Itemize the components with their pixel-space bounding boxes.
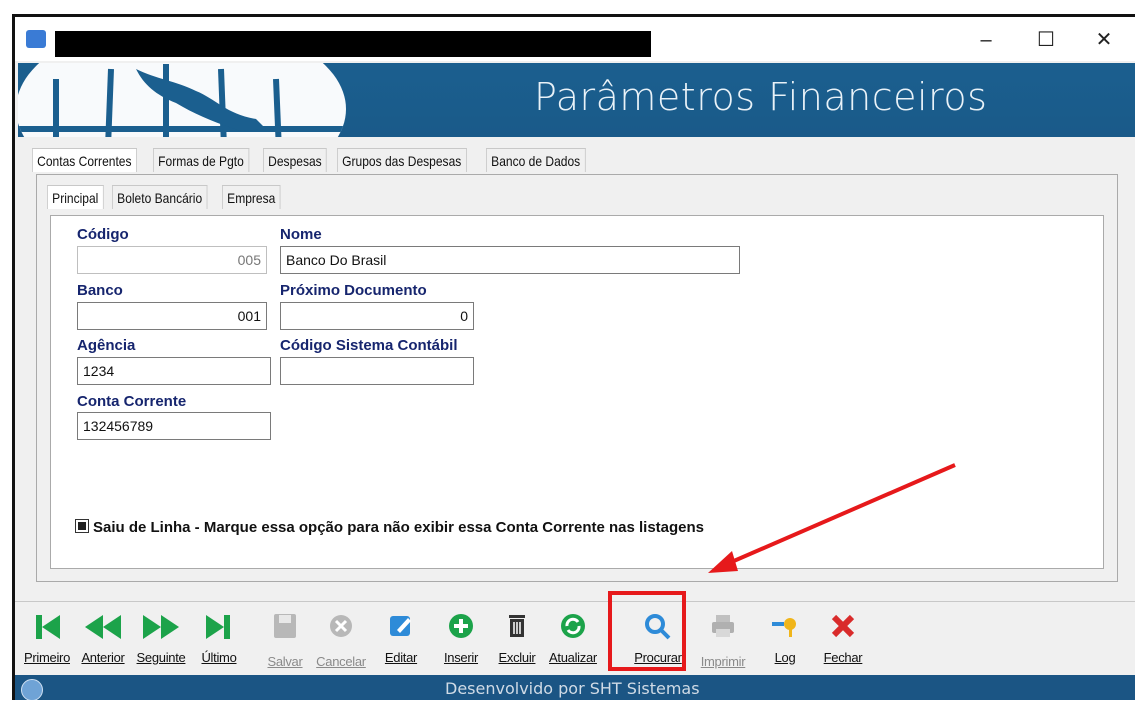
saiu-de-linha-label: Saiu de Linha - Marque essa opção para n… bbox=[93, 519, 705, 536]
editar-button[interactable]: Editar bbox=[371, 612, 431, 665]
main-tabs: Contas Correntes Formas de Pgto Despesas Gr… bbox=[32, 148, 601, 174]
agencia-label: Agência bbox=[77, 337, 136, 354]
codigo-field: 005 bbox=[77, 246, 267, 274]
proximo-documento-field[interactable]: 0 bbox=[280, 302, 474, 330]
tab-banco-de-dados[interactable]: Banco de Dados bbox=[486, 148, 586, 172]
refresh-icon bbox=[543, 612, 603, 646]
conta-corrente-field[interactable]: 132456789 bbox=[77, 412, 271, 440]
tab-formas-de-pgto[interactable]: Formas de Pgto bbox=[152, 148, 249, 172]
annotation-arrow bbox=[708, 463, 956, 573]
seguinte-button[interactable]: Seguinte bbox=[131, 612, 191, 665]
banco-field[interactable]: 001 bbox=[77, 302, 267, 330]
atualizar-button[interactable]: Atualizar bbox=[543, 612, 603, 665]
log-button[interactable]: Log bbox=[755, 612, 815, 665]
ultimo-button[interactable]: Último bbox=[189, 612, 249, 665]
last-record-icon bbox=[189, 612, 249, 646]
next-record-icon bbox=[131, 612, 191, 646]
sub-tabs: Principal Boleto Bancário Empresa bbox=[47, 185, 289, 209]
conta-corrente-label: Conta Corrente bbox=[77, 393, 187, 410]
cancelar-button[interactable]: Cancelar bbox=[311, 612, 371, 669]
nome-label: Nome bbox=[280, 226, 322, 243]
add-icon bbox=[431, 612, 491, 646]
save-icon bbox=[255, 612, 315, 646]
highlight-box bbox=[608, 591, 686, 671]
primeiro-button[interactable]: Primeiro bbox=[17, 612, 77, 665]
header-banner: Parâmetros Financeiros bbox=[18, 63, 1135, 137]
cancel-icon bbox=[311, 612, 371, 646]
inserir-button[interactable]: Inserir bbox=[431, 612, 491, 665]
codigo-sistema-contabil-field[interactable] bbox=[280, 357, 474, 385]
maximize-button[interactable]: ☐ bbox=[1025, 25, 1067, 55]
key-icon bbox=[755, 612, 815, 646]
close-button[interactable]: ✕ bbox=[1083, 25, 1125, 55]
tab-boleto-bancario[interactable]: Boleto Bancário bbox=[111, 185, 208, 209]
footer-bar: Desenvolvido por SHT Sistemas bbox=[15, 675, 1135, 700]
app-icon bbox=[26, 30, 46, 48]
codigo-sistema-contabil-label: Código Sistema Contábil bbox=[280, 337, 458, 354]
redacted-title bbox=[55, 31, 651, 57]
page-title: Parâmetros Financeiros bbox=[534, 75, 988, 119]
banco-label: Banco bbox=[77, 282, 123, 299]
tab-despesas[interactable]: Despesas bbox=[263, 148, 328, 172]
excluir-button[interactable]: Excluir bbox=[487, 612, 547, 665]
print-icon bbox=[693, 612, 753, 646]
fechar-button[interactable]: Fechar bbox=[813, 612, 873, 665]
salvar-button[interactable]: Salvar bbox=[255, 612, 315, 669]
close-x-icon bbox=[813, 612, 873, 646]
imprimir-button[interactable]: Imprimir bbox=[693, 612, 753, 669]
saiu-de-linha-row[interactable]: Saiu de Linha - Marque essa opção para n… bbox=[75, 518, 704, 536]
bottom-toolbar: Primeiro Anterior Seguinte Último Salvar… bbox=[15, 601, 1135, 676]
saiu-de-linha-checkbox[interactable] bbox=[75, 519, 89, 533]
proximo-documento-label: Próximo Documento bbox=[280, 282, 427, 299]
nome-field[interactable]: Banco Do Brasil bbox=[280, 246, 740, 274]
first-record-icon bbox=[17, 612, 77, 646]
codigo-label: Código bbox=[77, 226, 129, 243]
agencia-field[interactable]: 1234 bbox=[77, 357, 271, 385]
app-window: – ☐ ✕ Parâmetros Financeiros Contas Corr… bbox=[12, 14, 1135, 700]
globe-logo bbox=[18, 63, 346, 137]
edit-icon bbox=[371, 612, 431, 646]
globe-icon bbox=[21, 679, 43, 700]
tab-contas-correntes[interactable]: Contas Correntes bbox=[32, 148, 137, 172]
tab-empresa[interactable]: Empresa bbox=[221, 185, 281, 209]
tab-grupos-das-despesas[interactable]: Grupos das Despesas bbox=[336, 148, 467, 172]
anterior-button[interactable]: Anterior bbox=[73, 612, 133, 665]
trash-icon bbox=[487, 612, 547, 646]
tab-principal[interactable]: Principal bbox=[47, 185, 104, 209]
title-bar: – ☐ ✕ bbox=[15, 17, 1135, 61]
minimize-button[interactable]: – bbox=[965, 25, 1007, 55]
previous-record-icon bbox=[73, 612, 133, 646]
footer-text: Desenvolvido por SHT Sistemas bbox=[445, 679, 700, 698]
